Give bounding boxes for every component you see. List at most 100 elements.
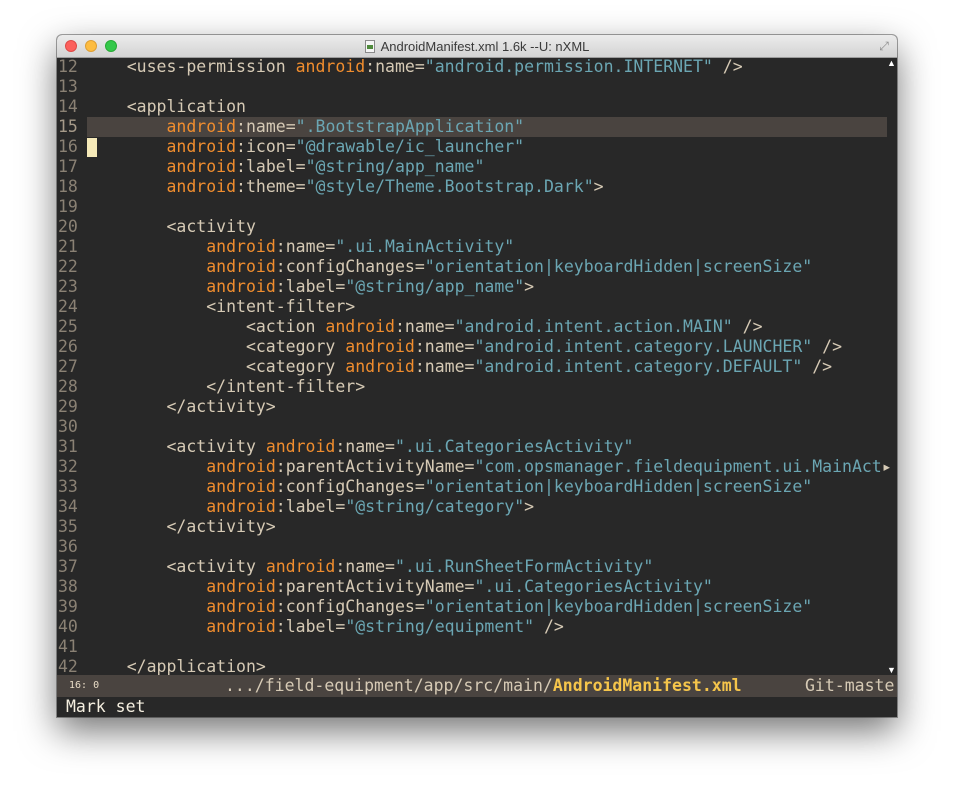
- code-line[interactable]: 15 android:name=".BootstrapApplication": [57, 117, 897, 137]
- xml-markup: <activity: [87, 557, 266, 576]
- code-line[interactable]: 26 <category android:name="android.inten…: [57, 337, 897, 357]
- xml-markup: :parentActivityName=: [275, 457, 475, 476]
- code-line[interactable]: 14 <application: [57, 97, 897, 117]
- code-line[interactable]: 12 <uses-permission android:name="androi…: [57, 57, 897, 77]
- code-line[interactable]: 36: [57, 537, 897, 557]
- line-number: 31: [58, 437, 78, 456]
- line-number: 27: [58, 357, 78, 376]
- code-line[interactable]: 30: [57, 417, 897, 437]
- vcs-branch: Git-maste: [805, 676, 895, 695]
- xml-namespace: android: [166, 137, 237, 156]
- xml-markup: <intent-filter>: [87, 297, 356, 316]
- code-text: android:theme="@style/Theme.Bootstrap.Da…: [87, 177, 603, 197]
- code-line[interactable]: 40 android:label="@string/equipment" />: [57, 617, 897, 637]
- code-text: </activity>: [87, 397, 275, 417]
- code-line[interactable]: 27 <category android:name="android.inten…: [57, 357, 897, 377]
- line-number: 33: [58, 477, 78, 496]
- xml-markup: >: [524, 277, 535, 296]
- scroll-down-arrow-icon[interactable]: ▼: [887, 665, 896, 675]
- title-bar[interactable]: AndroidManifest.xml 1.6k --U: nXML ⤢: [57, 35, 897, 58]
- xml-namespace: android: [206, 277, 276, 296]
- line-number: 35: [58, 517, 78, 536]
- code-line[interactable]: 38 android:parentActivityName=".ui.Categ…: [57, 577, 897, 597]
- xml-markup: :configChanges=: [275, 597, 425, 616]
- code-line[interactable]: 42 </application>: [57, 657, 897, 677]
- code-line[interactable]: 37 <activity android:name=".ui.RunSheetF…: [57, 557, 897, 577]
- code-line[interactable]: 18 android:theme="@style/Theme.Bootstrap…: [57, 177, 897, 197]
- xml-namespace: android: [206, 497, 276, 516]
- code-line[interactable]: 35 </activity>: [57, 517, 897, 537]
- xml-markup: :name=: [236, 117, 296, 136]
- line-number: 14: [58, 97, 78, 116]
- code-line[interactable]: 20 <activity: [57, 217, 897, 237]
- file-name: AndroidManifest.xml: [552, 676, 742, 695]
- line-number: 16: [58, 137, 78, 156]
- xml-string: ".ui.RunSheetFormActivity": [394, 557, 654, 576]
- editor-buffer[interactable]: 12 <uses-permission android:name="androi…: [57, 57, 897, 677]
- xml-string: "android.permission.INTERNET": [424, 57, 713, 76]
- window-title: AndroidManifest.xml 1.6k --U: nXML: [380, 38, 590, 54]
- xml-markup: [87, 157, 166, 176]
- scroll-up-arrow-icon[interactable]: ▲: [887, 58, 896, 68]
- xml-string: "@string/app_name": [305, 157, 485, 176]
- line-number: 22: [58, 257, 78, 276]
- code-text: android:configChanges="orientation|keybo…: [87, 477, 812, 497]
- xml-markup: :name=: [275, 237, 336, 256]
- xml-namespace: android: [345, 337, 415, 356]
- xml-markup: :theme=: [236, 177, 306, 196]
- code-line[interactable]: 17 android:label="@string/app_name": [57, 157, 897, 177]
- xml-string: "android.intent.category.DEFAULT": [474, 357, 803, 376]
- code-line[interactable]: 29 </activity>: [57, 397, 897, 417]
- code-line[interactable]: 31 <activity android:name=".ui.Categorie…: [57, 437, 897, 457]
- line-number: 37: [58, 557, 78, 576]
- xml-markup: />: [534, 617, 564, 636]
- code-line[interactable]: 21 android:name=".ui.MainActivity": [57, 237, 897, 257]
- minibuffer-message: Mark set: [66, 697, 146, 716]
- code-line[interactable]: 32 android:parentActivityName="com.opsma…: [57, 457, 897, 477]
- line-number: 15: [58, 117, 78, 136]
- emacs-window: AndroidManifest.xml 1.6k --U: nXML ⤢ 12 …: [57, 35, 897, 717]
- xml-markup: [87, 117, 166, 136]
- code-line[interactable]: 25 <action android:name="android.intent.…: [57, 317, 897, 337]
- xml-markup: :icon=: [236, 137, 296, 156]
- code-text: <activity: [87, 217, 255, 237]
- xml-string: "@style/Theme.Bootstrap.Dark": [305, 177, 594, 196]
- xml-markup: [87, 277, 206, 296]
- xml-markup: :label=: [275, 497, 346, 516]
- code-line[interactable]: 34 android:label="@string/category">: [57, 497, 897, 517]
- xml-string: "com.opsmanager.fieldequipment.ui.MainAc…: [474, 457, 882, 476]
- line-number: 42: [58, 657, 78, 676]
- code-text: android:parentActivityName=".ui.Categori…: [87, 577, 713, 597]
- code-line[interactable]: 13: [57, 77, 897, 97]
- xml-markup: [87, 137, 166, 156]
- code-line[interactable]: 16 android:icon="@drawable/ic_launcher": [57, 137, 897, 157]
- code-line[interactable]: 22 android:configChanges="orientation|ke…: [57, 257, 897, 277]
- code-line[interactable]: 41: [57, 637, 897, 657]
- code-line[interactable]: 28 </intent-filter>: [57, 377, 897, 397]
- code-text: android:label="@string/category">: [87, 497, 534, 517]
- code-line[interactable]: 39 android:configChanges="orientation|ke…: [57, 597, 897, 617]
- line-number: 39: [58, 597, 78, 616]
- code-line[interactable]: 19: [57, 197, 897, 217]
- xml-markup: :name=: [335, 437, 395, 456]
- xml-string: ".ui.MainActivity": [335, 237, 515, 256]
- line-number: 13: [58, 77, 78, 96]
- minibuffer[interactable]: Mark set: [57, 697, 897, 717]
- code-line[interactable]: 24 <intent-filter>: [57, 297, 897, 317]
- fullscreen-icon[interactable]: ⤢: [877, 39, 891, 53]
- xml-markup: :label=: [236, 157, 306, 176]
- line-number: 26: [58, 337, 78, 356]
- code-text: <activity android:name=".ui.CategoriesAc…: [87, 437, 633, 457]
- line-number: 36: [58, 537, 78, 556]
- code-text: <application: [87, 97, 246, 117]
- xml-string: "@drawable/ic_launcher": [295, 137, 525, 156]
- line-number: 32: [58, 457, 78, 476]
- code-text: android:configChanges="orientation|keybo…: [87, 257, 812, 277]
- xml-markup: [87, 497, 206, 516]
- xml-markup: [87, 237, 206, 256]
- code-line[interactable]: 33 android:configChanges="orientation|ke…: [57, 477, 897, 497]
- xml-namespace: android: [206, 457, 276, 476]
- xml-markup: </intent-filter>: [87, 377, 366, 396]
- code-line[interactable]: 23 android:label="@string/app_name">: [57, 277, 897, 297]
- code-text: <category android:name="android.intent.c…: [87, 357, 832, 377]
